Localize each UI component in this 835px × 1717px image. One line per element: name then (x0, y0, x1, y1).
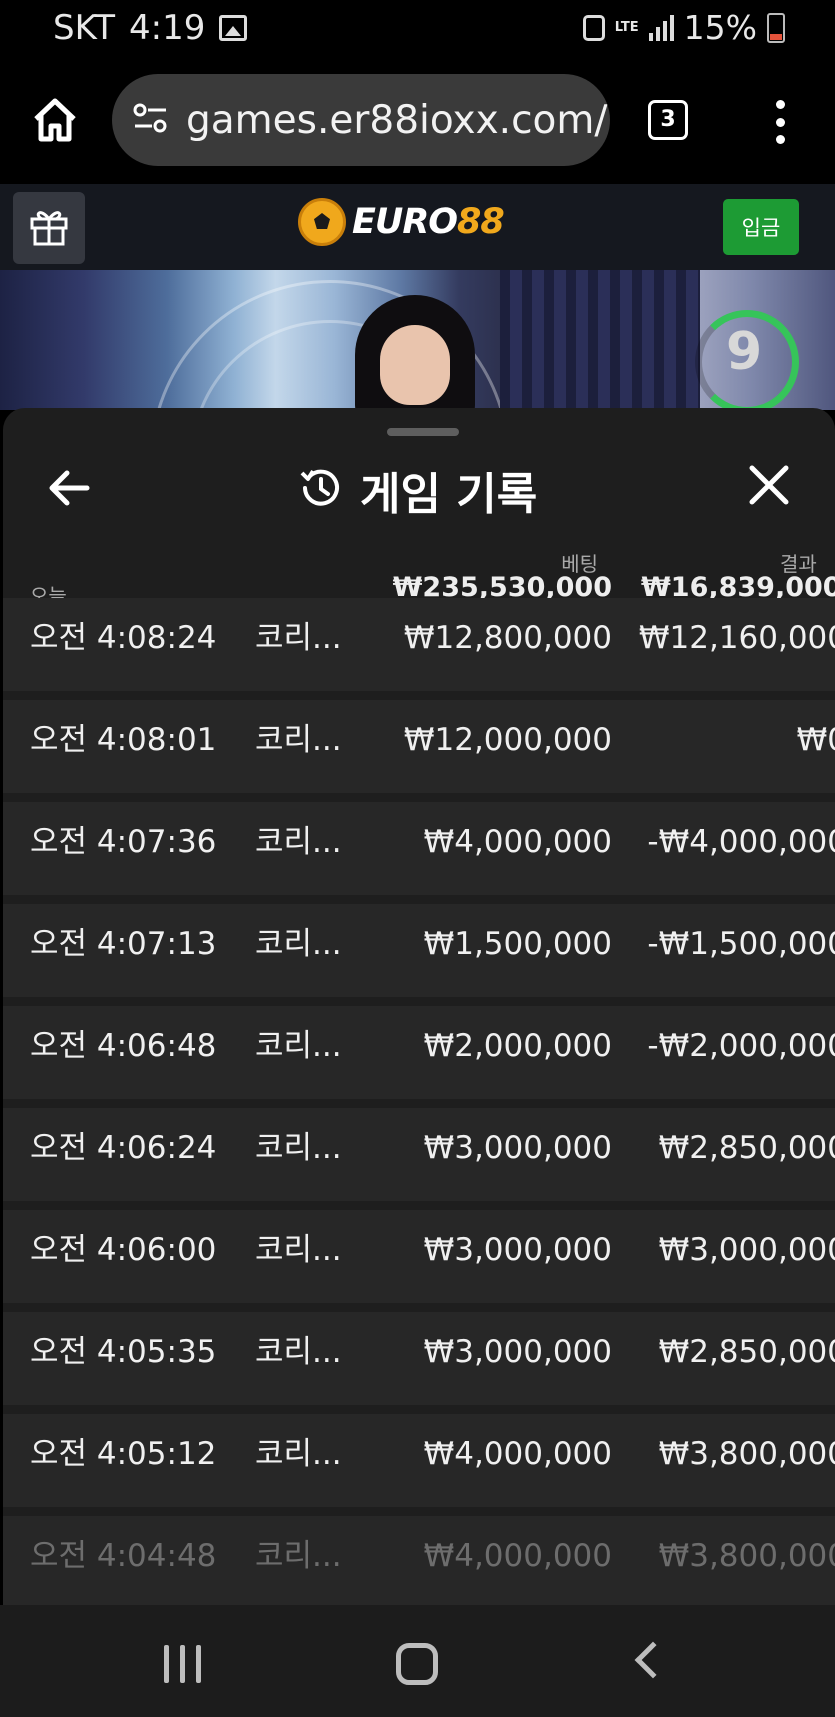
home-nav-icon[interactable] (396, 1643, 438, 1685)
more-vert-icon[interactable] (772, 100, 788, 144)
recents-icon[interactable] (164, 1645, 201, 1683)
history-row[interactable]: 오전 4:07:36 코리... ₩4,000,000 -₩4,000,000 (3, 802, 835, 895)
row-result: -₩4,000,000 (647, 824, 835, 860)
tab-switcher-button[interactable]: 3 (648, 100, 688, 140)
row-game: 코리... (255, 1130, 342, 1166)
home-icon[interactable] (30, 95, 80, 145)
row-result: ₩3,000,000 (658, 1232, 835, 1268)
row-game: 코리... (255, 620, 342, 656)
recycle-icon (582, 14, 605, 41)
sheet-title-text: 게임 기록 (360, 469, 538, 520)
sheet-title: 게임 기록 (298, 458, 537, 522)
row-bet: ₩12,800,000 (403, 620, 612, 656)
logo-word: EURO (352, 202, 458, 242)
row-bet: ₩2,000,000 (423, 1028, 612, 1064)
lte-icon: LTE (614, 20, 639, 35)
battery-icon (767, 12, 785, 43)
row-result: ₩12,160,000 (638, 620, 835, 656)
row-bet: ₩4,000,000 (423, 1538, 612, 1574)
close-icon[interactable] (747, 463, 791, 507)
row-bet: ₩3,000,000 (423, 1130, 612, 1166)
countdown-number: 9 (726, 322, 763, 382)
history-icon (298, 465, 344, 515)
row-time: 오전 4:06:00 (30, 1232, 217, 1268)
row-game: 코리... (255, 824, 342, 860)
row-result: ₩2,850,000 (658, 1334, 835, 1370)
row-game: 코리... (255, 1538, 342, 1574)
row-time: 오전 4:05:12 (30, 1436, 217, 1472)
row-game: 코리... (255, 1232, 342, 1268)
sheet-drag-handle[interactable] (387, 428, 459, 436)
row-game: 코리... (255, 722, 342, 758)
row-time: 오전 4:08:24 (30, 620, 217, 656)
row-time: 오전 4:07:13 (30, 926, 217, 962)
gift-icon (28, 205, 70, 251)
history-row[interactable]: 오전 4:07:13 코리... ₩1,500,000 -₩1,500,000 (3, 904, 835, 997)
history-row[interactable]: 오전 4:05:35 코리... ₩3,000,000 ₩2,850,000 (3, 1312, 835, 1405)
row-time: 오전 4:06:24 (30, 1130, 217, 1166)
deposit-button[interactable]: 입금 (723, 199, 799, 255)
history-row[interactable]: 오전 4:05:12 코리... ₩4,000,000 ₩3,800,000 (3, 1414, 835, 1507)
history-row[interactable]: 오전 4:04:48 코리... ₩4,000,000 ₩3,800,000 (3, 1516, 835, 1605)
row-result: -₩1,500,000 (647, 926, 835, 962)
game-history-sheet: 게임 기록 오늘 베팅 결과 ₩235,530,000 ₩16,839,000 … (3, 408, 835, 1605)
row-result: -₩2,000,000 (647, 1028, 835, 1064)
row-result: ₩2,850,000 (658, 1130, 835, 1166)
site-logo[interactable]: EURO88 (298, 198, 505, 246)
row-result: ₩3,800,000 (658, 1436, 835, 1472)
row-time: 오전 4:04:48 (30, 1538, 217, 1574)
row-bet: ₩4,000,000 (423, 824, 612, 860)
gift-button[interactable] (13, 192, 85, 264)
tune-icon[interactable] (132, 102, 170, 138)
battery-percent: 15% (683, 8, 757, 47)
live-video: 9 (0, 270, 835, 410)
row-time: 오전 4:07:36 (30, 824, 217, 860)
row-game: 코리... (255, 1028, 342, 1064)
history-row[interactable]: 오전 4:06:24 코리... ₩3,000,000 ₩2,850,000 (3, 1108, 835, 1201)
row-time: 오전 4:06:48 (30, 1028, 217, 1064)
row-bet: ₩1,500,000 (423, 926, 612, 962)
status-bar: SKT 4:19 LTE 15% (0, 0, 835, 60)
history-row[interactable]: 오전 4:06:48 코리... ₩2,000,000 -₩2,000,000 (3, 1006, 835, 1099)
history-list: 오전 4:08:24 코리... ₩12,800,000 ₩12,160,000… (3, 598, 835, 1605)
address-bar[interactable]: games.er88ioxx.com/L (112, 74, 610, 166)
dealer-face (380, 325, 450, 405)
row-time: 오전 4:05:35 (30, 1334, 217, 1370)
clock: 4:19 (129, 8, 206, 48)
system-nav-bar (0, 1605, 835, 1717)
carrier-label: SKT (53, 8, 116, 48)
url-text[interactable]: games.er88ioxx.com/L (186, 98, 610, 143)
row-game: 코리... (255, 1436, 342, 1472)
image-notification-icon (219, 15, 248, 41)
row-result: ₩3,800,000 (658, 1538, 835, 1574)
background-curtain (500, 270, 700, 410)
row-game: 코리... (255, 1334, 342, 1370)
back-nav-icon[interactable] (634, 1641, 672, 1679)
history-row[interactable]: 오전 4:08:01 코리... ₩12,000,000 ₩0 (3, 700, 835, 793)
row-bet: ₩3,000,000 (423, 1334, 612, 1370)
row-time: 오전 4:08:01 (30, 722, 217, 758)
site-header: EURO88 입금 (0, 184, 835, 270)
history-row[interactable]: 오전 4:08:24 코리... ₩12,800,000 ₩12,160,000 (3, 598, 835, 691)
logo-number: 88 (457, 202, 505, 242)
browser-toolbar: games.er88ioxx.com/L 3 (0, 60, 835, 184)
row-bet: ₩3,000,000 (423, 1232, 612, 1268)
row-bet: ₩12,000,000 (403, 722, 612, 758)
row-bet: ₩4,000,000 (423, 1436, 612, 1472)
row-result: ₩0 (796, 722, 835, 758)
arrow-left-icon[interactable] (45, 463, 95, 513)
row-game: 코리... (255, 926, 342, 962)
history-row[interactable]: 오전 4:06:00 코리... ₩3,000,000 ₩3,000,000 (3, 1210, 835, 1303)
soccer-ball-icon (298, 198, 346, 246)
signal-icon (648, 14, 674, 41)
